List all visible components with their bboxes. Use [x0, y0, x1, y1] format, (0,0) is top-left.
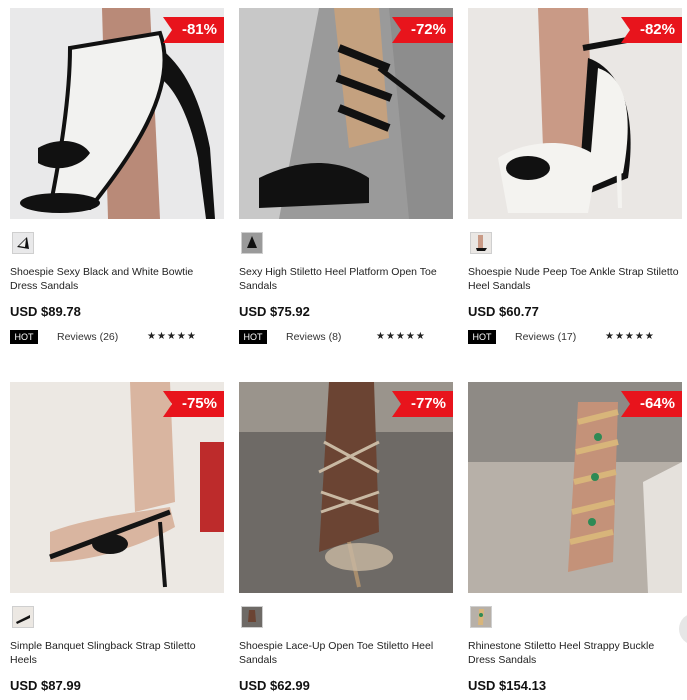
product-price: USD $87.99	[10, 678, 81, 693]
reviews-link[interactable]: Reviews (8)	[286, 330, 341, 344]
reviews-link[interactable]: Reviews (26)	[57, 330, 118, 344]
product-price: USD $62.99	[239, 678, 310, 693]
color-swatch[interactable]	[12, 232, 34, 254]
product-image[interactable]: -64%	[468, 382, 682, 593]
product-image[interactable]: -75%	[10, 382, 224, 593]
product-price: USD $89.78	[10, 304, 81, 319]
hot-badge: HOT	[239, 330, 267, 344]
rating-stars: ★★★★★	[147, 331, 197, 342]
discount-badge: -75%	[162, 391, 224, 417]
color-swatch[interactable]	[470, 606, 492, 628]
product-grid: -81% Shoespie Sexy Black and White Bowti…	[0, 0, 687, 700]
product-name[interactable]: Shoespie Lace-Up Open Toe Stiletto Heel …	[239, 640, 451, 667]
product-price: USD $75.92	[239, 304, 310, 319]
product-image[interactable]: -82%	[468, 8, 682, 219]
color-swatch[interactable]	[241, 606, 263, 628]
discount-badge: -82%	[620, 17, 682, 43]
product-image[interactable]: -77%	[239, 382, 453, 593]
product-name[interactable]: Rhinestone Stiletto Heel Strappy Buckle …	[468, 640, 680, 667]
product-name[interactable]: Simple Banquet Slingback Strap Stiletto …	[10, 640, 222, 667]
product-name[interactable]: Shoespie Sexy Black and White Bowtie Dre…	[10, 266, 222, 293]
product-name[interactable]: Shoespie Nude Peep Toe Ankle Strap Stile…	[468, 266, 680, 293]
reviews-link[interactable]: Reviews (17)	[515, 330, 576, 344]
rating-stars: ★★★★★	[605, 331, 655, 342]
product-price: USD $60.77	[468, 304, 539, 319]
discount-badge: -72%	[391, 17, 453, 43]
hot-badge: HOT	[468, 330, 496, 344]
color-swatch[interactable]	[12, 606, 34, 628]
product-price: USD $154.13	[468, 678, 547, 693]
discount-badge: -77%	[391, 391, 453, 417]
discount-badge: -64%	[620, 391, 682, 417]
color-swatch[interactable]	[470, 232, 492, 254]
product-name[interactable]: Sexy High Stiletto Heel Platform Open To…	[239, 266, 451, 293]
color-swatch[interactable]	[241, 232, 263, 254]
product-image[interactable]: -72%	[239, 8, 453, 219]
discount-badge: -81%	[162, 17, 224, 43]
product-image[interactable]: -81%	[10, 8, 224, 219]
rating-stars: ★★★★★	[376, 331, 426, 342]
hot-badge: HOT	[10, 330, 38, 344]
